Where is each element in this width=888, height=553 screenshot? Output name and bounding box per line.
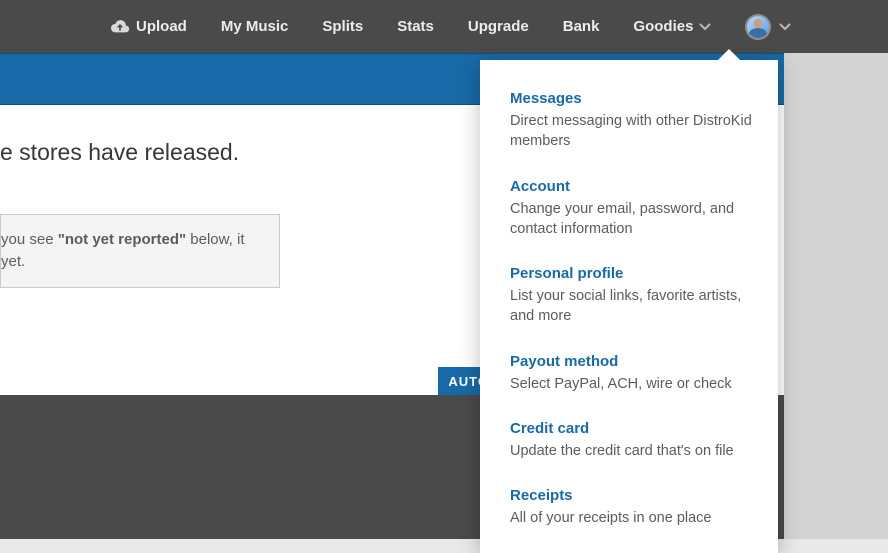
page-gutter: [784, 53, 888, 539]
info-notice: you see "not yet reported" below, it yet…: [0, 214, 280, 288]
top-nav: Upload My Music Splits Stats Upgrade Ban…: [0, 0, 888, 53]
dropdown-desc: All of your receipts in one place: [510, 508, 752, 528]
nav-bank[interactable]: Bank: [563, 18, 600, 35]
dropdown-desc: Change your email, password, and contact…: [510, 199, 752, 240]
dropdown-desc: Update the credit card that's on file: [510, 441, 752, 461]
chevron-down-icon: [699, 23, 711, 31]
cloud-upload-icon: [110, 19, 130, 34]
nav-stats[interactable]: Stats: [397, 18, 434, 35]
nav-mymusic-label: My Music: [221, 18, 289, 35]
dropdown-item-payout[interactable]: Payout method Select PayPal, ACH, wire o…: [510, 353, 752, 394]
nav-upload[interactable]: Upload: [110, 18, 187, 35]
dropdown-title: Messages: [510, 90, 752, 107]
notice-text-2: below, it: [186, 231, 244, 248]
nav-splits-label: Splits: [322, 18, 363, 35]
dropdown-item-creditcard[interactable]: Credit card Update the credit card that'…: [510, 420, 752, 461]
nav-upgrade[interactable]: Upgrade: [468, 18, 529, 35]
nav-splits[interactable]: Splits: [322, 18, 363, 35]
dropdown-title: Payout method: [510, 353, 752, 370]
nav-bank-label: Bank: [563, 18, 600, 35]
chevron-down-icon: [779, 18, 791, 36]
nav-mymusic[interactable]: My Music: [221, 18, 289, 35]
dropdown-title: Credit card: [510, 420, 752, 437]
dropdown-desc: Select PayPal, ACH, wire or check: [510, 374, 752, 394]
notice-text-1: you see: [1, 231, 58, 248]
dropdown-title: Receipts: [510, 487, 752, 504]
account-menu-trigger[interactable]: [745, 14, 791, 40]
account-dropdown: Messages Direct messaging with other Dis…: [480, 60, 778, 553]
dropdown-item-account[interactable]: Account Change your email, password, and…: [510, 178, 752, 240]
notice-text-3: yet.: [1, 253, 25, 270]
dropdown-item-profile[interactable]: Personal profile List your social links,…: [510, 265, 752, 327]
nav-goodies-label: Goodies: [633, 18, 693, 35]
dropdown-title: Account: [510, 178, 752, 195]
avatar: [745, 14, 771, 40]
dropdown-item-receipts[interactable]: Receipts All of your receipts in one pla…: [510, 487, 752, 528]
dropdown-desc: Direct messaging with other DistroKid me…: [510, 111, 752, 152]
nav-goodies[interactable]: Goodies: [633, 18, 711, 35]
page-headline: e stores have released.: [0, 139, 239, 165]
notice-bold: "not yet reported": [58, 231, 186, 248]
nav-upgrade-label: Upgrade: [468, 18, 529, 35]
dropdown-desc: List your social links, favorite artists…: [510, 286, 752, 327]
nav-stats-label: Stats: [397, 18, 434, 35]
dropdown-item-messages[interactable]: Messages Direct messaging with other Dis…: [510, 90, 752, 152]
dropdown-title: Personal profile: [510, 265, 752, 282]
nav-upload-label: Upload: [136, 18, 187, 35]
